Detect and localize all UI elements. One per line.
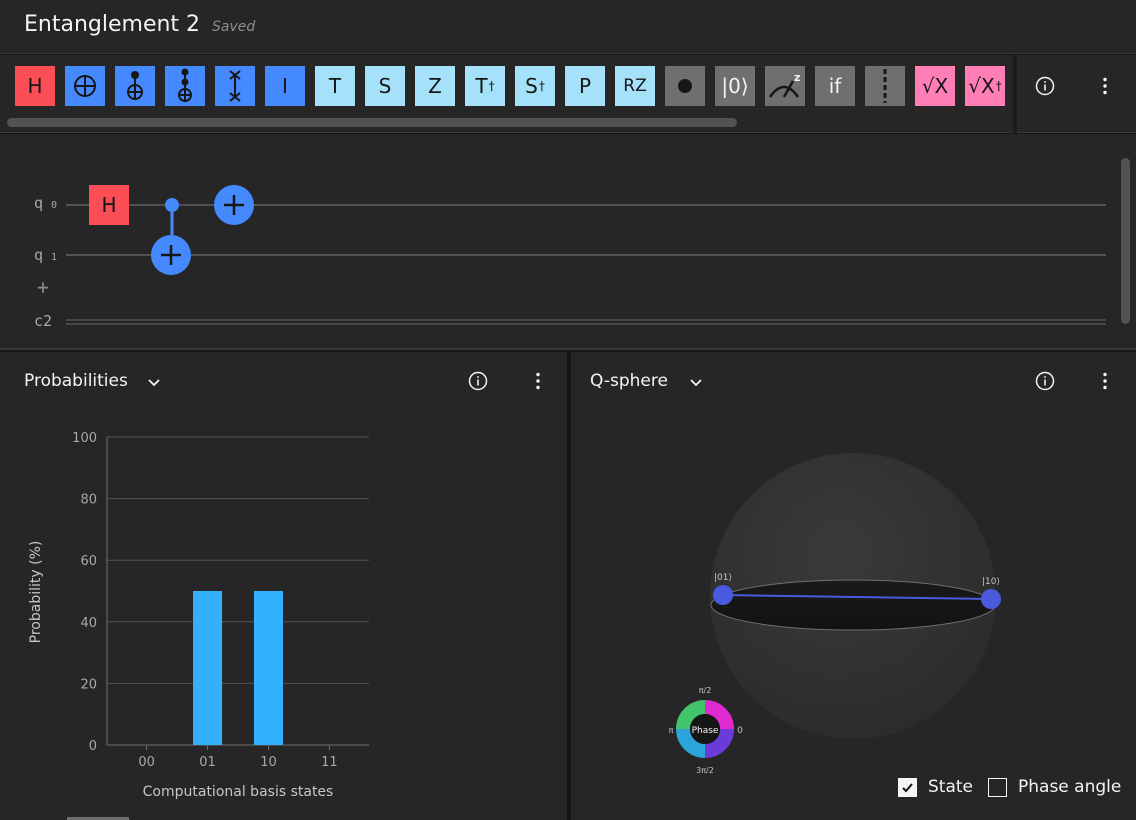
barrier-icon [882,69,888,103]
phase-label-top: π/2 [699,686,712,695]
x-tick-label: 01 [199,755,216,770]
dagger-superscript: † [995,79,1002,93]
gate-label: √X [968,74,995,98]
x-tick-label: 00 [138,755,155,770]
y-tick-label: 20 [80,677,97,692]
phase-wheel-center-label: Phase [692,726,719,736]
xor-gate-icon[interactable] [214,185,254,225]
gate-barrier-dot[interactable] [665,66,705,106]
gate-sdg[interactable]: S † [515,66,555,106]
gate-reset[interactable]: |0⟩ [715,66,755,106]
h-gate-placed[interactable]: H [89,185,129,225]
header: Entanglement 2 Saved [0,0,1136,54]
probability-chart: 0 20 40 60 80 100 00 01 10 11 Computational basis … [28,431,369,800]
x-tick-label: 11 [321,755,338,770]
dagger-superscript: † [488,79,495,93]
overflow-menu-icon[interactable] [1089,70,1121,102]
gate-label: √X [921,74,949,98]
gate-if[interactable]: if [815,66,855,106]
gate-toffoli[interactable] [165,66,205,106]
phase-wheel: Phase π/2 π 0 3π/2 [669,686,744,775]
gate-measure[interactable]: z [765,66,805,106]
x-axis-label: Computational basis states [143,784,334,800]
bar-01 [193,591,223,745]
state-option[interactable]: State [898,777,973,797]
gate-rz[interactable]: RZ [615,66,655,106]
circuit-scrollbar[interactable] [1121,158,1130,324]
phase-label-bottom: 3π/2 [696,766,714,775]
gate-s[interactable]: S [365,66,405,106]
qsphere-panel: Q-sphere |01⟩ |10⟩ Phase π/2 π 0 3π/2 St… [571,352,1136,820]
gate-label: T [475,74,488,98]
gate-palette: H I T S Z T † S † P RZ |0⟩ z if √X √X † [0,55,1136,133]
gate-sqrtxdg[interactable]: √X † [965,66,1005,106]
save-status: Saved [212,19,256,35]
gate-label: S [378,74,392,98]
gate-z[interactable]: Z [415,66,455,106]
y-tick-label: 40 [80,616,97,631]
gate-i[interactable]: I [265,66,305,106]
y-tick-label: 80 [80,493,97,508]
gate-label: RZ [623,76,647,96]
toffoli-icon [172,68,198,104]
gate-h[interactable]: H [15,66,55,106]
phase-angle-option[interactable]: Phase angle [988,777,1121,797]
phase-label-left: π [669,726,674,735]
circuit-canvas [66,185,1106,325]
gate-label: P [578,74,592,98]
circuit-composer: q0 q1 + c2 H [0,134,1136,350]
gate-swap[interactable] [215,66,255,106]
bar-10 [253,591,283,745]
gate-label: Z [428,74,442,98]
equator [710,579,996,631]
dot-icon [675,76,695,96]
checkmark-icon [902,782,913,792]
gate-p[interactable]: P [565,66,605,106]
state-checkbox[interactable] [898,777,917,797]
gate-cnot[interactable] [65,66,105,106]
gate-label: S [525,74,538,98]
y-axis-label: Probability (%) [28,541,44,644]
y-tick-label: 60 [80,554,97,569]
probabilities-panel: Probabilities 0 20 40 60 80 100 00 01 10 11 Comput… [0,352,567,820]
state-label-01: |01⟩ [714,573,732,583]
phase-angle-checkbox[interactable] [988,777,1007,797]
gate-barrier[interactable] [865,66,905,106]
palette-separator [1013,55,1017,133]
qsphere-canvas[interactable]: |01⟩ |10⟩ Phase π/2 π 0 3π/2 [571,352,1136,820]
gate-t[interactable]: T [315,66,355,106]
gate-label: H [27,74,43,98]
gate-label: T [328,74,342,98]
state-point-10[interactable] [981,589,1001,609]
info-icon[interactable] [1029,70,1061,102]
phase-label-right: 0 [737,726,743,736]
gate-label: I [282,74,288,98]
x-tick-label: 10 [260,755,277,770]
cnot-control-dot [165,198,179,212]
svg-text:z: z [794,71,800,84]
controlled-not-icon [122,69,148,103]
measure-icon: z [767,71,803,101]
gate-tdg[interactable]: T † [465,66,505,106]
phase-angle-option-label: Phase angle [1018,777,1122,797]
gate-label: |0⟩ [721,74,749,98]
palette-scrollbar[interactable] [7,118,737,127]
dagger-superscript: † [538,79,545,93]
gate-sqrtx[interactable]: √X [915,66,955,106]
swap-icon [222,69,248,103]
cnot-target-icon[interactable] [151,235,191,275]
state-option-label: State [928,777,973,797]
oplus-icon [72,73,98,99]
gate-controlled-not[interactable] [115,66,155,106]
y-tick-label: 0 [89,739,97,754]
y-tick-label: 100 [72,431,97,446]
file-title[interactable]: Entanglement 2 [24,12,200,37]
state-label-10: |10⟩ [982,577,1000,587]
state-point-01[interactable] [713,585,733,605]
gate-label: if [828,74,842,98]
